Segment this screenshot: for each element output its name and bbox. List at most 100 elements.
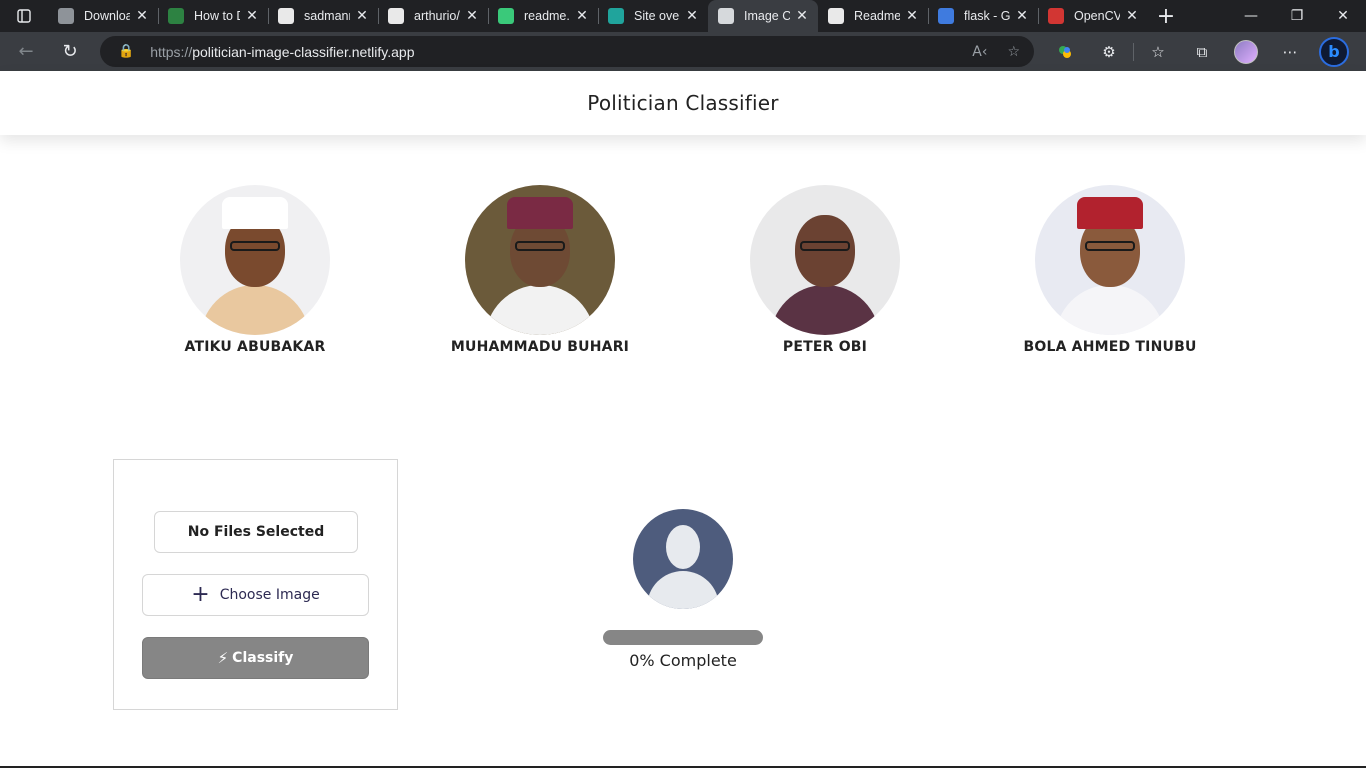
classify-label: Classify — [232, 650, 294, 666]
tab-close-icon[interactable]: ✕ — [464, 8, 480, 24]
browser-tab[interactable]: arthurio/ ✕ — [378, 0, 488, 32]
tab-title: Site over — [634, 9, 680, 23]
url-text[interactable]: https://politician-image-classifier.netl… — [150, 44, 952, 60]
avatar — [1234, 39, 1258, 64]
tab-close-icon[interactable]: ✕ — [354, 8, 370, 24]
browser-tab-strip: Downloa✕How to D✕sadmanr✕arthurio/✕readm… — [0, 0, 1366, 32]
toolbar-divider — [1133, 42, 1134, 61]
tab-close-icon[interactable]: ✕ — [904, 8, 920, 24]
browser-tab[interactable]: Image C ✕ — [708, 0, 818, 32]
tab-title: OpenCV — [1074, 9, 1120, 23]
politician-photo — [750, 185, 900, 335]
photo-cap — [222, 197, 288, 229]
read-aloud-icon[interactable]: A‹ — [972, 44, 987, 60]
favorites-icon[interactable]: ☆ — [1136, 36, 1180, 68]
opencv-icon — [1048, 8, 1064, 24]
google-icon — [938, 8, 954, 24]
page-content: Politician Classifier ATIKU ABUBAKAR MUHA… — [0, 71, 1366, 768]
tab-title: How to D — [194, 9, 240, 23]
politician-card: BOLA AHMED TINUBU — [1000, 185, 1220, 355]
site-header: Politician Classifier — [0, 71, 1366, 135]
browser-tab[interactable]: Readme ✕ — [818, 0, 928, 32]
tab-title: Downloa — [84, 9, 130, 23]
plus-icon: + — [191, 582, 210, 607]
browser-tab[interactable]: Downloa ✕ — [48, 0, 158, 32]
tab-close-icon[interactable]: ✕ — [244, 8, 260, 24]
photo-glasses — [230, 241, 280, 251]
new-tab-button[interactable]: + — [1148, 0, 1184, 32]
tab-list: Downloa✕How to D✕sadmanr✕arthurio/✕readm… — [48, 0, 1148, 32]
browser-tab[interactable]: sadmanr ✕ — [268, 0, 378, 32]
tab-title: sadmanr — [304, 9, 350, 23]
readme-icon — [498, 8, 514, 24]
politician-photo — [180, 185, 330, 335]
photo-cap — [1077, 197, 1143, 229]
avatar-head-shape — [666, 525, 700, 569]
browser-tab[interactable]: OpenCV ✕ — [1038, 0, 1148, 32]
tab-close-icon[interactable]: ✕ — [794, 8, 810, 24]
tab-title: arthurio/ — [414, 9, 460, 23]
extension-colorful-icon[interactable] — [1043, 36, 1087, 68]
window-controls: — ❐ ✕ — [1228, 0, 1366, 32]
more-menu-icon[interactable]: ⋯ — [1268, 36, 1312, 68]
minimize-icon[interactable]: — — [1228, 0, 1274, 32]
choose-image-button[interactable]: + Choose Image — [142, 574, 369, 616]
browser-tab[interactable]: Site over ✕ — [598, 0, 708, 32]
refresh-icon[interactable]: ↻ — [52, 36, 88, 68]
politician-name: BOLA AHMED TINUBU — [1023, 339, 1197, 355]
tab-close-icon[interactable]: ✕ — [134, 8, 150, 24]
back-arrow-icon[interactable]: ← — [8, 36, 44, 68]
avatar-body-shape — [647, 571, 719, 609]
result-placeholder-avatar — [633, 509, 733, 609]
politician-photo — [465, 185, 615, 335]
lightning-bolt-icon: ⚡ — [217, 649, 229, 667]
tab-close-icon[interactable]: ✕ — [574, 8, 590, 24]
tab-close-icon[interactable]: ✕ — [684, 8, 700, 24]
tab-title: flask - G — [964, 9, 1010, 23]
netlify-icon — [608, 8, 624, 24]
politician-card: ATIKU ABUBAKAR — [145, 185, 365, 355]
dev-icon — [828, 8, 844, 24]
upload-panel: No Files Selected + Choose Image ⚡ Class… — [113, 459, 398, 710]
bing-icon[interactable]: b — [1312, 36, 1356, 68]
politician-photo — [1035, 185, 1185, 335]
tab-title: Image C — [744, 9, 790, 23]
page-icon — [718, 8, 734, 24]
browser-tab[interactable]: flask - G ✕ — [928, 0, 1038, 32]
politician-card: MUHAMMADU BUHARI — [430, 185, 650, 355]
tab-title: readme. — [524, 9, 570, 23]
photo-cap — [507, 197, 573, 229]
restore-icon[interactable]: ❐ — [1274, 0, 1320, 32]
photo-face — [795, 215, 855, 287]
progress-bar — [603, 630, 763, 645]
politician-name: PETER OBI — [782, 339, 868, 355]
browser-toolbar: ← ↻ 🔒 https://politician-image-classifie… — [0, 32, 1366, 71]
download-page-icon — [58, 8, 74, 24]
browser-tab[interactable]: How to D ✕ — [158, 0, 268, 32]
photo-glasses — [515, 241, 565, 251]
address-bar[interactable]: 🔒 https://politician-image-classifier.ne… — [100, 36, 1034, 67]
photo-glasses — [800, 241, 850, 251]
bing-logo: b — [1319, 36, 1349, 67]
github-icon — [278, 8, 294, 24]
favorite-star-icon[interactable]: ☆ — [1007, 44, 1020, 60]
tab-title: Readme — [854, 9, 900, 23]
tab-close-icon[interactable]: ✕ — [1124, 8, 1140, 24]
classify-button[interactable]: ⚡ Classify — [142, 637, 369, 679]
tab-close-icon[interactable]: ✕ — [1014, 8, 1030, 24]
politician-card: PETER OBI — [715, 185, 935, 355]
github-icon — [388, 8, 404, 24]
toolbar-right: ⚙ ☆ ⧉ ⋯ b — [1043, 32, 1356, 71]
tab-actions-icon[interactable] — [0, 0, 48, 32]
lock-icon[interactable]: 🔒 — [118, 44, 134, 59]
photo-glasses — [1085, 241, 1135, 251]
collections-icon[interactable]: ⧉ — [1180, 36, 1224, 68]
profile-avatar[interactable] — [1224, 36, 1268, 68]
close-window-icon[interactable]: ✕ — [1320, 0, 1366, 32]
browser-tab[interactable]: readme. ✕ — [488, 0, 598, 32]
page-title: Politician Classifier — [587, 91, 779, 115]
file-status-label: No Files Selected — [154, 511, 358, 553]
politician-name: ATIKU ABUBAKAR — [184, 339, 326, 355]
progress-label: 0% Complete — [629, 651, 737, 670]
extensions-puzzle-icon[interactable]: ⚙ — [1087, 36, 1131, 68]
